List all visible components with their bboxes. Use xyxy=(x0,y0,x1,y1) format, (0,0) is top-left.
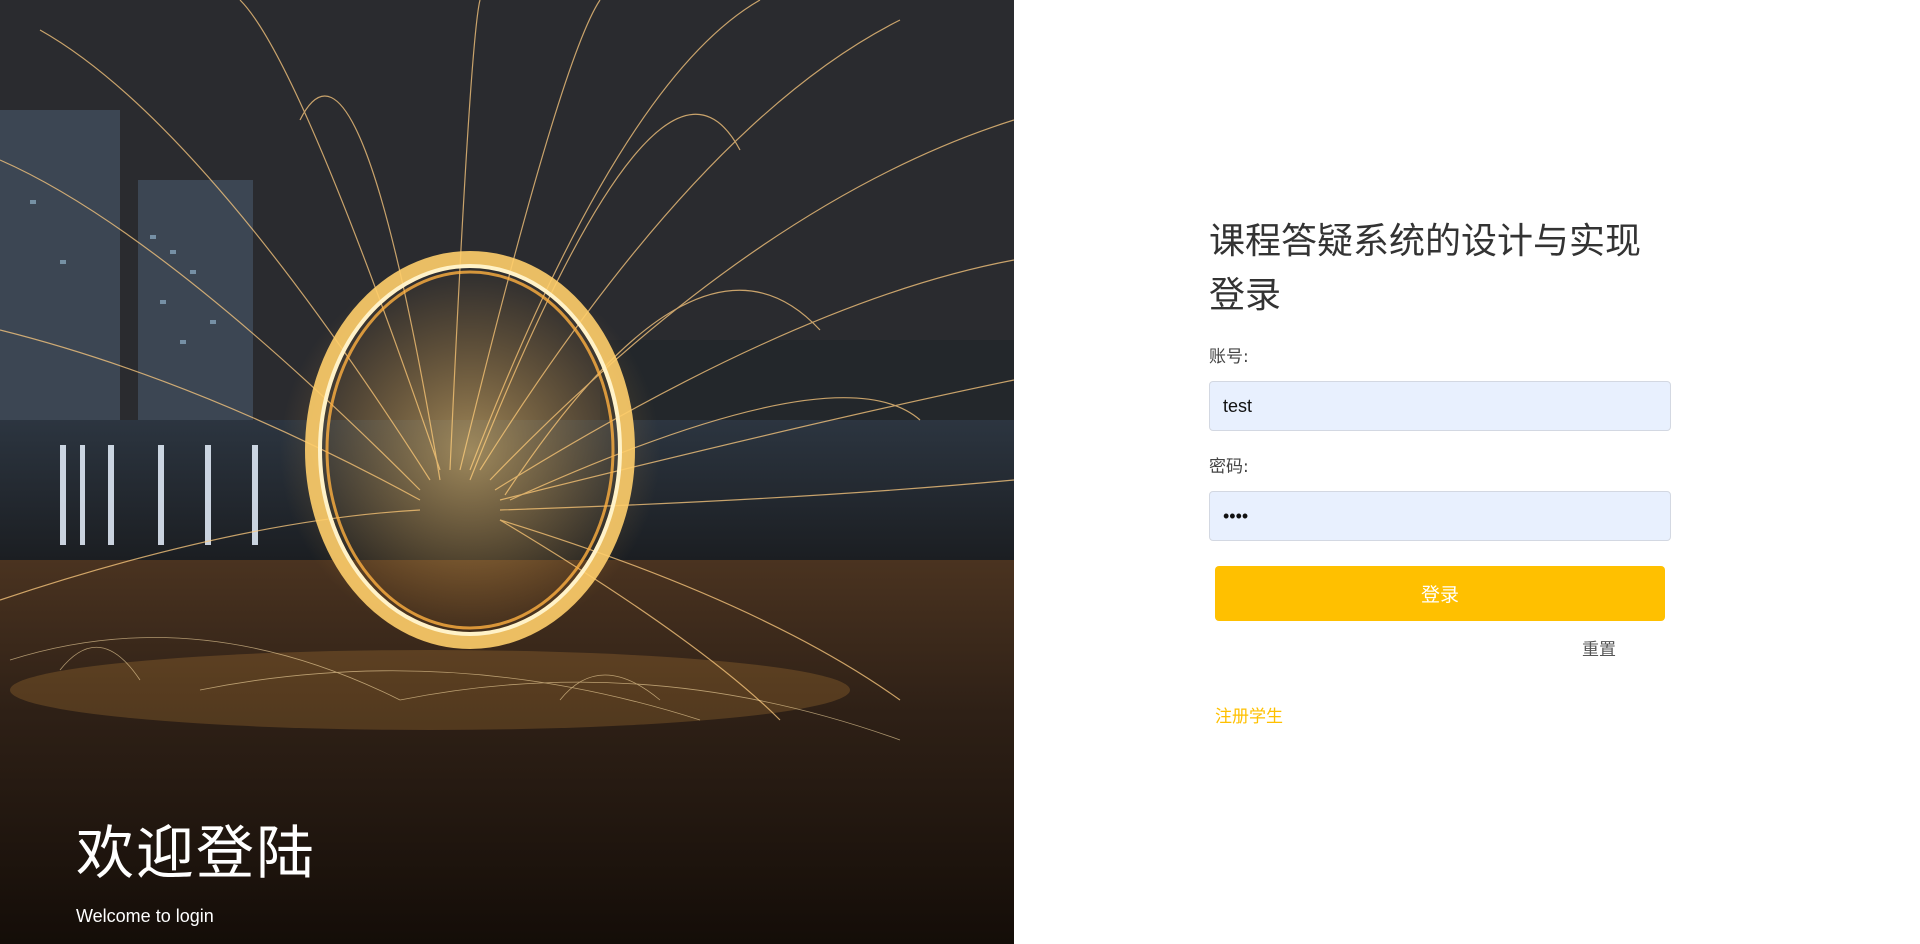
steel-wool-sparks-photo xyxy=(0,0,1014,944)
account-label: 账号: xyxy=(1209,347,1249,367)
login-page: 欢迎登陆 Welcome to login 课程答疑系统的设计与实现登录 账号:… xyxy=(0,0,1920,944)
password-label: 密码: xyxy=(1209,457,1249,477)
login-form: 课程答疑系统的设计与实现登录 账号: 密码: 登录 重置 注册学生 xyxy=(1209,215,1671,727)
account-input[interactable] xyxy=(1209,381,1671,431)
hero-panel: 欢迎登陆 Welcome to login xyxy=(0,0,1014,944)
hero-welcome-subtitle: Welcome to login xyxy=(76,906,214,926)
register-student-link[interactable]: 注册学生 xyxy=(1215,702,1283,727)
hero-welcome-title: 欢迎登陆 xyxy=(76,819,317,887)
reset-button[interactable]: 重置 xyxy=(1582,635,1616,660)
login-title: 课程答疑系统的设计与实现登录 xyxy=(1209,221,1642,316)
password-input[interactable] xyxy=(1209,491,1671,541)
login-button[interactable]: 登录 xyxy=(1215,566,1665,621)
reset-row: 重置 xyxy=(1209,635,1671,660)
